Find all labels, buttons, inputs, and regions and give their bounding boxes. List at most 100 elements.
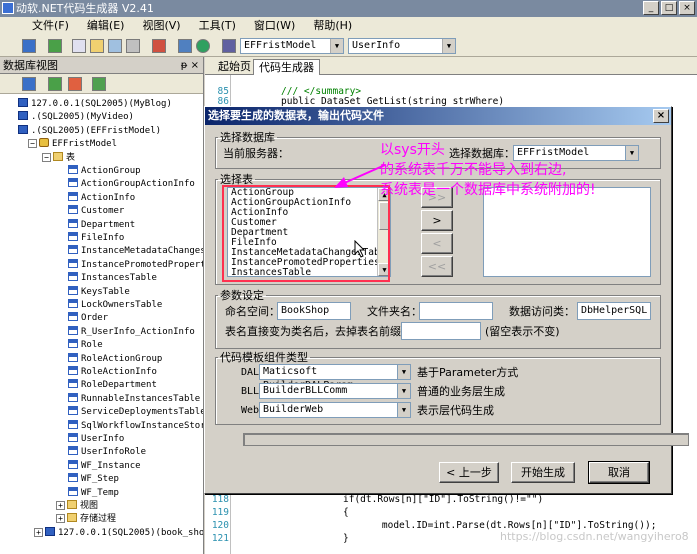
expand-icon[interactable]: + [56, 501, 65, 510]
folder-icon [53, 151, 63, 161]
tree-item[interactable]: InstancesTable [68, 272, 157, 285]
tree-item[interactable]: InstanceMetadataChangesTable [68, 245, 203, 258]
tree-item[interactable]: WF_Step [68, 473, 119, 486]
menu-view[interactable]: 视图(V) [134, 17, 188, 35]
tree-item[interactable]: Department [68, 218, 135, 232]
expand-icon[interactable]: + [56, 514, 65, 524]
cancel-button[interactable]: 取消 [588, 461, 650, 484]
chevron-down-icon[interactable]: ▼ [397, 403, 410, 417]
tree-item[interactable]: FileInfo [68, 232, 124, 245]
chevron-down-icon[interactable]: ▼ [442, 39, 455, 53]
save-icon[interactable] [108, 39, 122, 53]
query-icon[interactable] [152, 39, 166, 53]
tree-item[interactable]: +127.0.0.1(SQL2005)(book_shop) [34, 526, 203, 540]
collapse-icon[interactable]: − [28, 139, 37, 149]
menu-file[interactable]: 文件(F) [24, 17, 77, 35]
disconnect-icon[interactable] [68, 77, 82, 91]
chevron-down-icon[interactable]: ▼ [397, 384, 410, 398]
menu-window[interactable]: 窗口(W) [246, 17, 303, 35]
close-window-button[interactable]: × [679, 1, 695, 15]
dal-class-label: 数据访问类： [509, 305, 575, 318]
generate-button[interactable]: 开始生成 [511, 462, 575, 483]
expand-icon[interactable]: + [34, 527, 43, 537]
menu-help[interactable]: 帮助(H) [305, 17, 360, 35]
new-icon[interactable] [72, 39, 86, 53]
panel-pin-close-icons[interactable]: ᵽ × [181, 57, 199, 74]
select-database-dropdown[interactable]: EFFristModel ▼ [513, 145, 639, 161]
previous-button[interactable]: < 上一步 [439, 462, 499, 483]
collapse-icon[interactable]: − [42, 152, 51, 162]
selected-table-list[interactable] [483, 187, 651, 277]
tree-item[interactable]: − EFFristModel [28, 138, 117, 151]
code-text: } [343, 533, 349, 544]
table-combo-value: UserInfo [352, 40, 401, 51]
generator-icon[interactable] [178, 39, 192, 53]
move-left-button[interactable]: < [421, 233, 453, 254]
chevron-down-icon[interactable]: ▼ [625, 146, 638, 160]
tree-item[interactable]: Order [68, 312, 108, 325]
minimize-button[interactable]: _ [643, 1, 659, 15]
db-combo[interactable]: EFFristModel ▼ [240, 38, 344, 54]
tree-item[interactable]: UserInfoRole [68, 446, 146, 459]
table-icon [68, 433, 78, 442]
table-combo[interactable]: UserInfo ▼ [348, 38, 456, 54]
tree-item[interactable]: RoleActionInfo [68, 366, 157, 379]
add-server-icon[interactable] [22, 77, 36, 91]
tree-item-label: InstancesTable [81, 273, 157, 284]
bll-template-dropdown[interactable]: BuilderBLLComm ▼ [259, 383, 411, 399]
refresh-icon[interactable] [48, 39, 62, 53]
tab-start-page[interactable]: 起始页 [213, 59, 256, 75]
prefix-input[interactable] [401, 322, 481, 340]
web-icon[interactable] [196, 39, 210, 53]
folder-input[interactable] [419, 302, 493, 320]
namespace-input[interactable]: BookShop [277, 302, 351, 320]
menu-tools[interactable]: 工具(T) [191, 17, 244, 35]
tree-item[interactable]: WF_Temp [68, 486, 119, 500]
tree-item[interactable]: RoleActionGroup [68, 352, 162, 366]
tree-item[interactable]: R_UserInfo_ActionInfo [68, 325, 195, 339]
close-icon[interactable]: × [653, 109, 669, 123]
web-template-dropdown[interactable]: BuilderWeb ▼ [259, 402, 411, 418]
tree-item[interactable]: KeysTable [68, 285, 130, 299]
move-right-button[interactable]: > [421, 210, 453, 231]
connect-icon[interactable] [22, 39, 36, 53]
table-icon [68, 446, 78, 456]
dal-template-dropdown[interactable]: Maticsoft BuilderDALParam ▼ [259, 364, 411, 391]
tree-item[interactable]: RunnableInstancesTable [68, 392, 200, 406]
tree-item-label: SqlWorkflowInstanceStore [81, 420, 203, 431]
tree-item[interactable]: .(SQL2005)(MyVideo) [18, 111, 134, 124]
tree-item[interactable]: 127.0.0.1(SQL2005)(MyBlog) [18, 98, 172, 111]
tree-item[interactable]: .(SQL2005)(EFFristModel) [18, 124, 161, 138]
refresh-icon[interactable] [92, 77, 106, 91]
tree-item[interactable]: ServiceDeploymentsTable [68, 406, 203, 419]
connect-icon[interactable] [48, 77, 62, 91]
maximize-button[interactable]: □ [661, 1, 677, 15]
database-icon[interactable] [222, 39, 236, 53]
move-all-left-button[interactable]: << [421, 256, 453, 277]
select-db-value: EFFristModel [517, 147, 590, 158]
menu-edit[interactable]: 编辑(E) [79, 17, 133, 35]
tree-item[interactable]: InstancePromotedPropertiesTable [68, 258, 203, 272]
tree-item[interactable]: LockOwnersTable [68, 299, 162, 312]
window-controls: _ □ × [643, 1, 695, 15]
dal-class-input[interactable]: DbHelperSQL [577, 302, 651, 320]
tree-item[interactable]: + 视图 [56, 500, 98, 513]
tree-item[interactable]: Role [68, 339, 103, 352]
chevron-down-icon[interactable]: ▼ [397, 365, 410, 379]
tree-item[interactable]: − 表 [42, 151, 75, 165]
tree-item[interactable]: ActionInfo [68, 191, 135, 205]
tree-item[interactable]: + 存储过程 [56, 513, 116, 526]
tree-item[interactable]: RoleDepartment [68, 379, 157, 392]
open-icon[interactable] [90, 39, 104, 53]
tree-item[interactable]: WF_Instance [68, 459, 141, 473]
tree-item[interactable]: ActionGroup [68, 165, 141, 178]
chevron-down-icon[interactable]: ▼ [330, 39, 343, 53]
tree-item[interactable]: UserInfo [68, 433, 124, 446]
tab-code-generator[interactable]: 代码生成器 [253, 59, 320, 75]
tree-item[interactable]: ActionGroupActionInfo [68, 178, 195, 191]
tree-item[interactable]: Customer [68, 205, 124, 218]
tree-item-label: Order [81, 313, 109, 324]
table-icon [68, 232, 78, 241]
print-icon[interactable] [126, 39, 140, 53]
tree-item[interactable]: SqlWorkflowInstanceStore [68, 419, 203, 433]
